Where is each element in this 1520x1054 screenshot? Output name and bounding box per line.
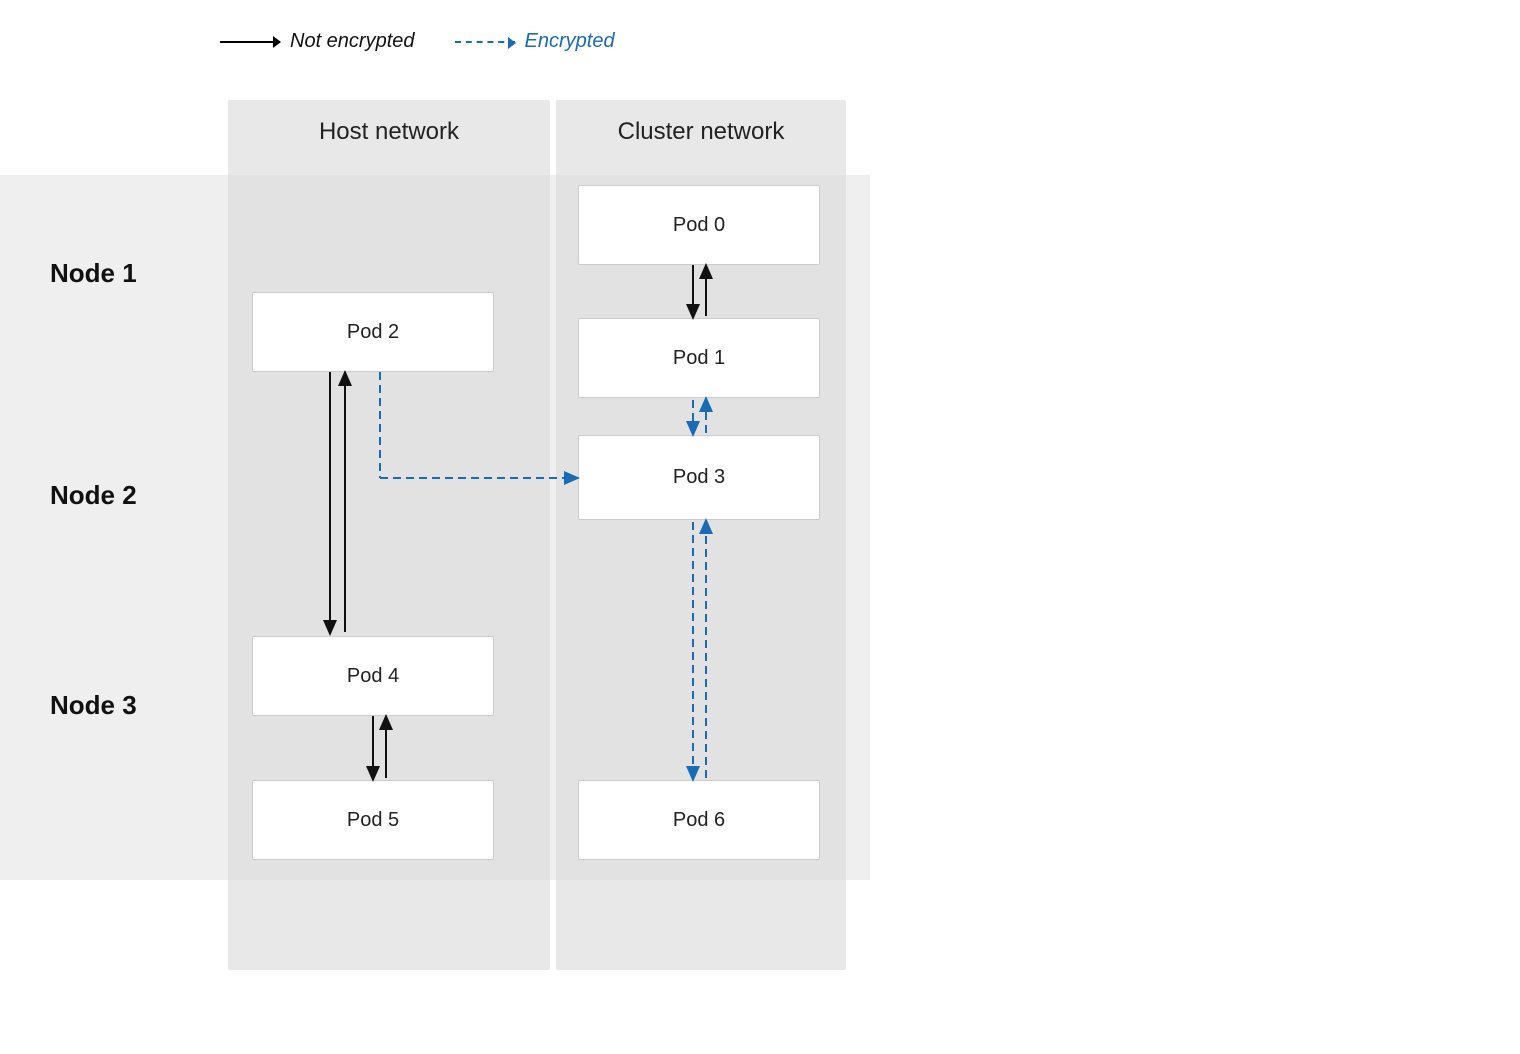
legend: Not encrypted Encrypted — [220, 30, 615, 53]
encrypted-label: Encrypted — [525, 30, 615, 53]
host-network-header: Host network — [228, 118, 550, 146]
not-encrypted-label: Not encrypted — [290, 30, 415, 53]
not-encrypted-legend: Not encrypted — [220, 30, 415, 53]
solid-line-icon — [220, 41, 280, 43]
pod1-box: Pod 1 — [578, 318, 820, 398]
dashed-line-icon — [455, 41, 515, 43]
node2-label: Node 2 — [50, 480, 137, 511]
pod3-box: Pod 3 — [578, 435, 820, 520]
node3-label: Node 3 — [50, 690, 137, 721]
pod4-box: Pod 4 — [252, 636, 494, 716]
node1-label: Node 1 — [50, 258, 137, 289]
diagram-container: Not encrypted Encrypted Host network Clu… — [0, 0, 1520, 1054]
pod0-box: Pod 0 — [578, 185, 820, 265]
pod5-box: Pod 5 — [252, 780, 494, 860]
pod6-box: Pod 6 — [578, 780, 820, 860]
cluster-network-header: Cluster network — [556, 118, 846, 146]
pod2-box: Pod 2 — [252, 292, 494, 372]
encrypted-legend: Encrypted — [455, 30, 615, 53]
